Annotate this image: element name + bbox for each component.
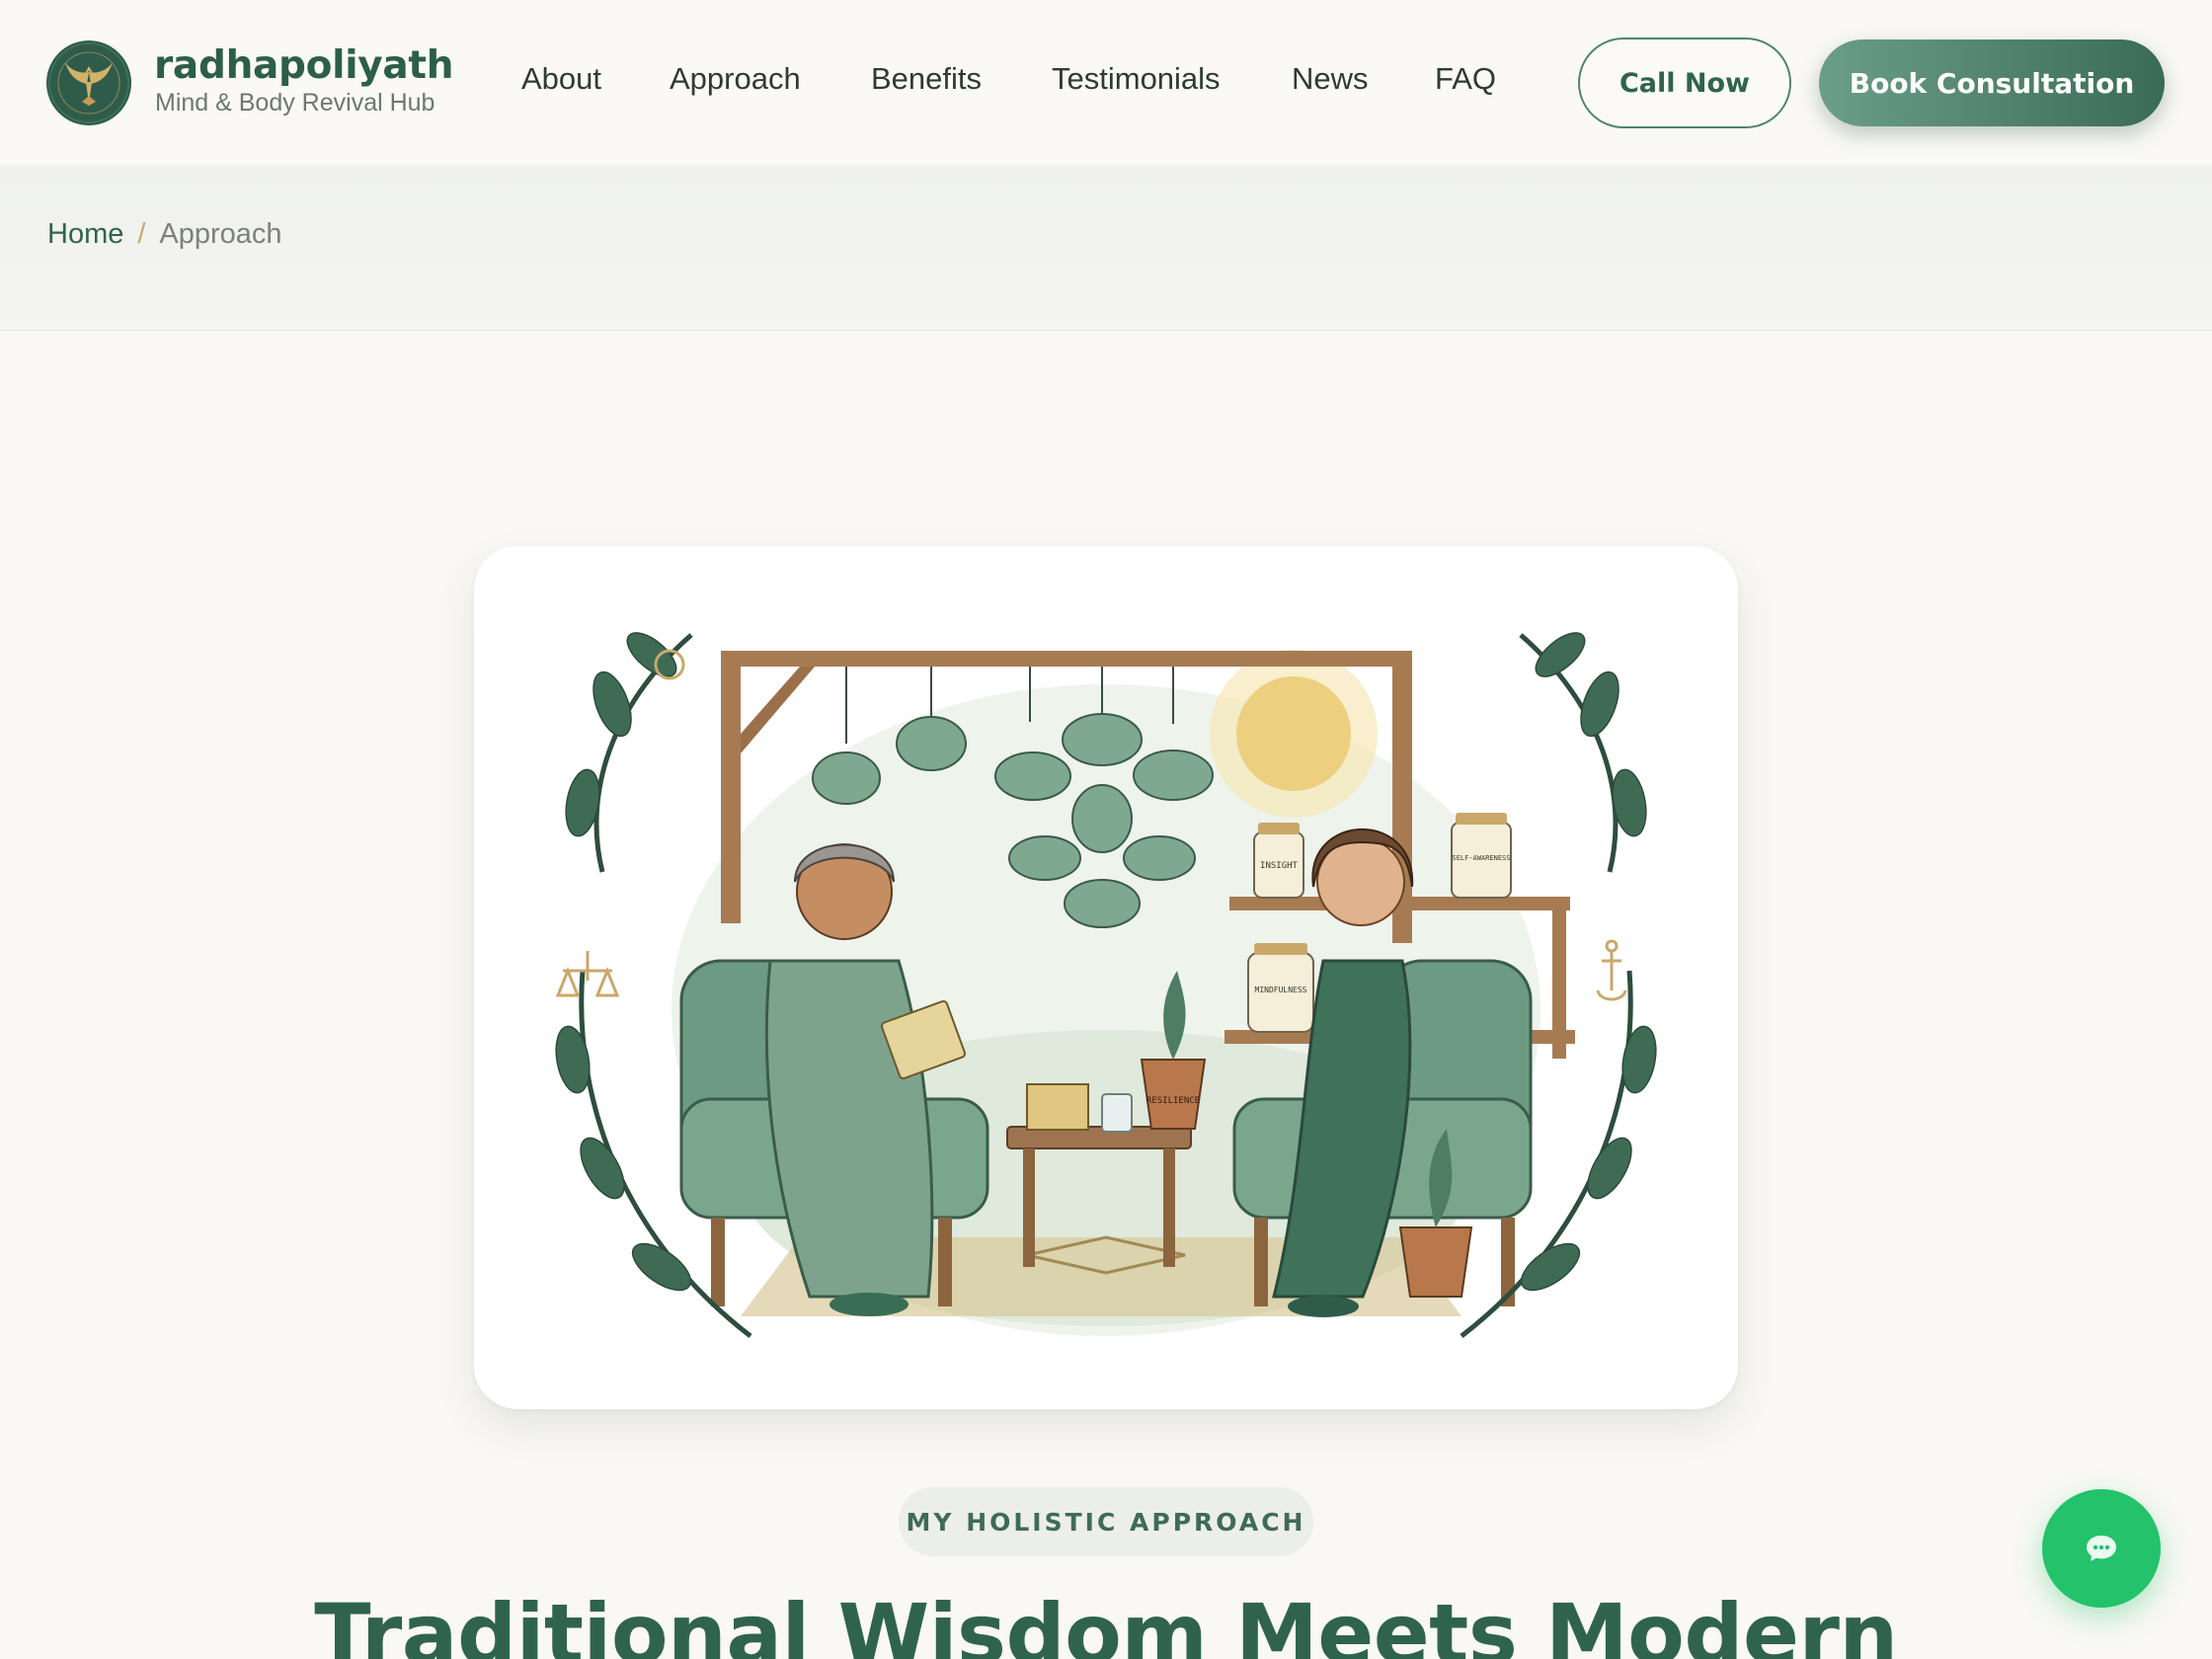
brand-logo[interactable]	[46, 40, 131, 125]
breadcrumb-band: Home / Approach	[0, 167, 2212, 331]
call-now-button[interactable]: Call Now	[1578, 38, 1791, 128]
nav-faq[interactable]: FAQ	[1435, 61, 1496, 97]
nav-testimonials[interactable]: Testimonials	[1052, 61, 1221, 97]
section-heading: Traditional Wisdom Meets Modern	[314, 1586, 1898, 1659]
anchor-icon	[1596, 951, 1627, 1001]
chat-button[interactable]	[2042, 1489, 2161, 1608]
breadcrumb-separator: /	[137, 218, 146, 250]
eagle-emblem-icon	[48, 42, 129, 123]
breadcrumb: Home / Approach	[47, 218, 282, 251]
nav-about[interactable]: About	[521, 61, 601, 97]
jar-self-awareness: SELF-AWARENESS	[1451, 813, 1512, 899]
book-consultation-button[interactable]: Book Consultation	[1819, 40, 2165, 126]
chat-bubble-icon	[2087, 1536, 2116, 1561]
scales-icon	[555, 951, 620, 997]
nav-benefits[interactable]: Benefits	[871, 61, 982, 97]
breadcrumb-home-link[interactable]: Home	[47, 218, 123, 251]
nav-news[interactable]: News	[1292, 61, 1369, 97]
svg-text:RESILIENCE: RESILIENCE	[1146, 1096, 1200, 1106]
svg-text:SELF-AWARENESS: SELF-AWARENESS	[1452, 854, 1510, 862]
hero-illustration-card: INSIGHT SELF-AWARENESS MINDFULNESS RESIL…	[474, 546, 1738, 1409]
breadcrumb-current: Approach	[159, 218, 282, 250]
jar-mindfulness: MINDFULNESS	[1247, 943, 1314, 1033]
nav-approach[interactable]: Approach	[670, 61, 801, 97]
site-header: radhapoliyath Mind & Body Revival Hub Ab…	[0, 0, 2212, 166]
svg-text:INSIGHT: INSIGHT	[1260, 861, 1299, 871]
svg-text:MINDFULNESS: MINDFULNESS	[1255, 986, 1307, 994]
jar-insight: INSIGHT	[1253, 823, 1304, 899]
section-eyebrow: MY HOLISTIC APPROACH	[899, 1487, 1313, 1556]
brand-name[interactable]: radhapoliyath	[154, 43, 454, 88]
therapy-session-illustration: INSIGHT SELF-AWARENESS MINDFULNESS RESIL…	[555, 632, 1657, 1338]
brand-tagline: Mind & Body Revival Hub	[155, 89, 435, 117]
